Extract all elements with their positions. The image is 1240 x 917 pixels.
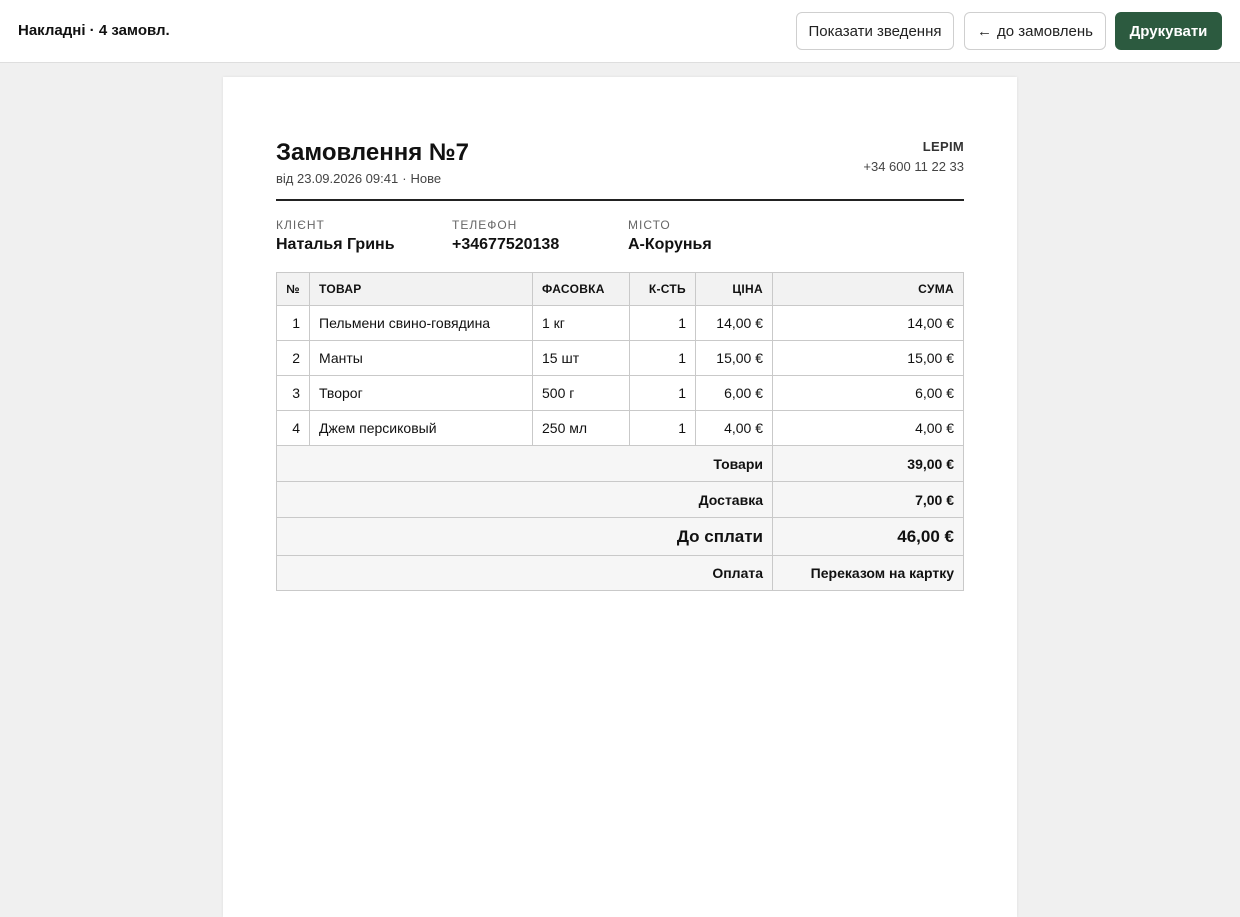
row-price: 15,00 €	[695, 340, 773, 376]
row-number: 1	[276, 305, 310, 341]
order-date: від 23.09.2026 09:41	[276, 171, 399, 186]
payment-method: Переказом на картку	[772, 555, 964, 591]
column-header-sum: Сума	[772, 272, 964, 306]
row-product: Пельмени свино-говядина	[309, 305, 533, 341]
row-qty: 1	[629, 305, 696, 341]
row-pack: 15 шт	[532, 340, 630, 376]
column-header-price: Ціна	[695, 272, 773, 306]
table-row: 4 Джем персиковый 250 мл 1 4,00 € 4,00 €	[276, 410, 964, 446]
row-number: 2	[276, 340, 310, 376]
column-header-pack: Фасовка	[532, 272, 630, 306]
city-block: Місто А-Корунья	[628, 218, 712, 254]
show-summary-button[interactable]: Показати зведення	[796, 12, 954, 50]
page-title: Накладні · 4 замовл.	[18, 22, 170, 39]
order-subtitle: від 23.09.2026 09:41 · Нове	[276, 171, 441, 186]
print-button[interactable]: Друкувати	[1115, 12, 1222, 50]
column-header-number: №	[276, 272, 310, 306]
delivery-row: Доставка 7,00 €	[276, 481, 964, 518]
table-row: 2 Манты 15 шт 1 15,00 € 15,00 €	[276, 340, 964, 376]
client-name: Наталья Гринь	[276, 236, 395, 253]
row-sum: 4,00 €	[772, 410, 964, 446]
shop-info: LEPIM +34 600 11 22 33	[863, 139, 964, 174]
row-qty: 1	[629, 375, 696, 411]
row-sum: 6,00 €	[772, 375, 964, 411]
row-number: 4	[276, 410, 310, 446]
top-bar: Накладні · 4 замовл. Показати зведення ←…	[0, 0, 1240, 63]
order-title: Замовлення №7	[276, 139, 469, 166]
phone-block: Телефон +34677520138	[452, 218, 559, 254]
row-product: Творог	[309, 375, 533, 411]
back-label: до замовлень	[997, 22, 1093, 40]
header-divider	[276, 199, 964, 201]
client-label: Клієнт	[276, 218, 325, 232]
order-status: Нове	[410, 171, 442, 186]
table-row: 1 Пельмени свино-говядина 1 кг 1 14,00 €…	[276, 305, 964, 341]
client-city: А-Корунья	[628, 236, 712, 253]
client-block: Клієнт Наталья Гринь	[276, 218, 395, 254]
goods-total-value: 39,00 €	[772, 445, 964, 482]
row-product: Манты	[309, 340, 533, 376]
separator: ·	[402, 171, 407, 186]
payment-row: Оплата Переказом на картку	[276, 555, 964, 591]
items-table: № Товар Фасовка К-сть Ціна Сума 1 Пельме…	[276, 272, 964, 591]
delivery-value: 7,00 €	[772, 481, 964, 518]
amount-due-row: До сплати 46,00 €	[276, 517, 964, 556]
row-product: Джем персиковый	[309, 410, 533, 446]
city-label: Місто	[628, 218, 671, 232]
row-pack: 250 мл	[532, 410, 630, 446]
back-to-orders-button[interactable]: ← до замовлень	[964, 12, 1106, 50]
shop-name: LEPIM	[922, 139, 964, 154]
goods-total-label: Товари	[276, 445, 773, 482]
column-header-product: Товар	[309, 272, 533, 306]
client-phone: +34677520138	[452, 236, 560, 253]
row-price: 6,00 €	[695, 375, 773, 411]
row-qty: 1	[629, 410, 696, 446]
row-pack: 1 кг	[532, 305, 630, 341]
row-price: 14,00 €	[695, 305, 773, 341]
amount-due-label: До сплати	[276, 517, 773, 556]
row-number: 3	[276, 375, 310, 411]
phone-label: Телефон	[452, 218, 518, 232]
row-sum: 15,00 €	[772, 340, 964, 376]
goods-total-row: Товари 39,00 €	[276, 445, 964, 482]
arrow-left-icon: ←	[977, 22, 993, 40]
shop-phone: +34 600 11 22 33	[863, 159, 964, 174]
invoice-sheet: Замовлення №7 від 23.09.2026 09:41 · Нов…	[223, 77, 1017, 917]
row-price: 4,00 €	[695, 410, 773, 446]
payment-label: Оплата	[276, 555, 773, 591]
table-header-row: № Товар Фасовка К-сть Ціна Сума	[276, 272, 964, 306]
column-header-qty: К-сть	[629, 272, 696, 306]
row-sum: 14,00 €	[772, 305, 964, 341]
amount-due-value: 46,00 €	[772, 517, 964, 556]
row-pack: 500 г	[532, 375, 630, 411]
table-row: 3 Творог 500 г 1 6,00 € 6,00 €	[276, 375, 964, 411]
delivery-label: Доставка	[276, 481, 773, 518]
row-qty: 1	[629, 340, 696, 376]
